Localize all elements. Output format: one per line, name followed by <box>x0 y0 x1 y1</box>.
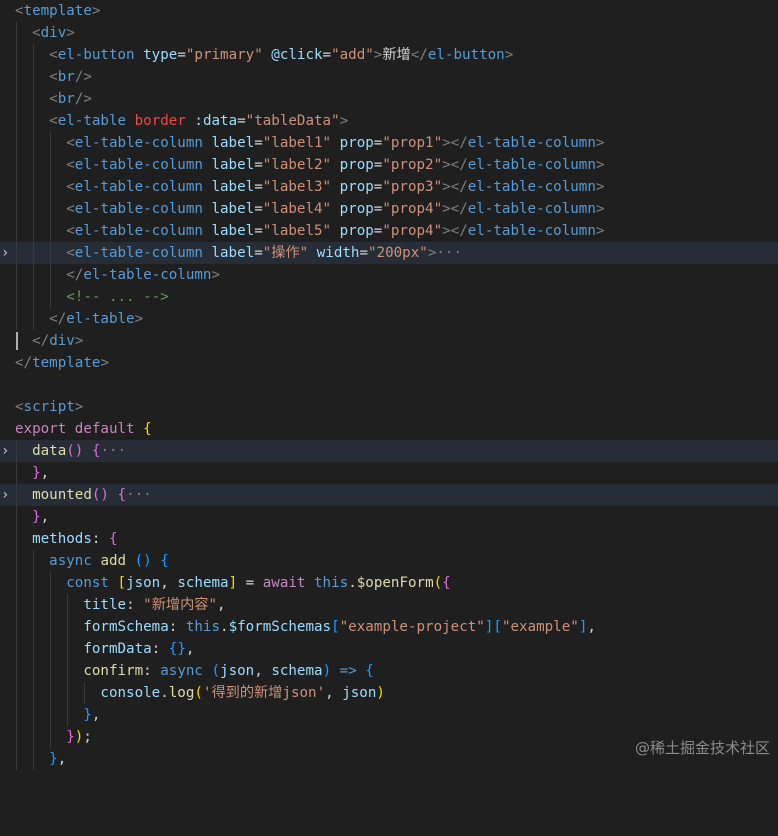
code-line[interactable]: </el-table-column> <box>0 264 778 286</box>
code-line-text: <div> <box>32 25 75 41</box>
code-line[interactable]: <br/> <box>0 88 778 110</box>
code-line[interactable]: <el-table-column label="label5" prop="pr… <box>0 220 778 242</box>
code-line[interactable]: <div> <box>0 22 778 44</box>
code-line[interactable]: <el-table-column label="label3" prop="pr… <box>0 176 778 198</box>
code-line[interactable]: <el-table-column label="label2" prop="pr… <box>0 154 778 176</box>
code-line-text: <br/> <box>49 91 92 107</box>
code-line-text: formSchema: this.$formSchemas["example-p… <box>83 619 596 635</box>
code-line-text: data() {··· <box>32 443 127 459</box>
code-line[interactable]: <el-button type="primary" @click="add">新… <box>0 44 778 66</box>
code-line[interactable]: <el-table-column label="label1" prop="pr… <box>0 132 778 154</box>
code-line-folded[interactable]: › <el-table-column label="操作" width="200… <box>0 242 778 264</box>
code-line-text: <el-table-column label="操作" width="200px… <box>66 245 462 261</box>
code-line-text: </el-table> <box>49 311 144 327</box>
code-line[interactable]: </template> <box>0 352 778 374</box>
code-line[interactable]: }, <box>0 462 778 484</box>
code-line-text: console.log('得到的新增json', json) <box>100 685 385 701</box>
code-line-text: mounted() {··· <box>32 487 152 503</box>
code-line-text: </div> <box>32 333 84 349</box>
code-line[interactable]: </el-table> <box>0 308 778 330</box>
code-line-text: }, <box>49 751 67 767</box>
code-line[interactable]: formData: {}, <box>0 638 778 660</box>
code-line-text: <el-table-column label="label1" prop="pr… <box>66 135 605 151</box>
code-line-text: <el-table-column label="label4" prop="pr… <box>66 201 605 217</box>
watermark: @稀土掘金技术社区 <box>634 739 770 757</box>
code-line[interactable]: const [json, schema] = await this.$openF… <box>0 572 778 594</box>
code-line[interactable]: methods: { <box>0 528 778 550</box>
chevron-right-icon[interactable]: › <box>1 242 9 264</box>
code-line[interactable]: title: "新增内容", <box>0 594 778 616</box>
code-line[interactable]: <el-table border :data="tableData"> <box>0 110 778 132</box>
code-line-text: <!-- ... --> <box>66 289 169 305</box>
code-line[interactable] <box>0 374 778 396</box>
code-line-text: <el-table-column label="label2" prop="pr… <box>66 157 605 173</box>
code-line[interactable]: </div> <box>0 330 778 352</box>
code-line-text: </template> <box>15 355 109 371</box>
code-line-text: async add () { <box>49 553 169 569</box>
code-line-text: methods: { <box>32 531 118 547</box>
code-line-text: <el-table-column label="label5" prop="pr… <box>66 223 605 239</box>
code-line[interactable]: async add () { <box>0 550 778 572</box>
code-line[interactable]: console.log('得到的新增json', json) <box>0 682 778 704</box>
code-line-text: formData: {}, <box>83 641 195 657</box>
code-line-text: <script> <box>15 399 84 415</box>
code-line[interactable]: }, <box>0 704 778 726</box>
code-line[interactable]: }, <box>0 506 778 528</box>
code-line[interactable]: formSchema: this.$formSchemas["example-p… <box>0 616 778 638</box>
code-line[interactable]: <!-- ... --> <box>0 286 778 308</box>
code-line-text: title: "新增内容", <box>83 597 226 613</box>
code-line-text: <el-table-column label="label3" prop="pr… <box>66 179 605 195</box>
code-line-folded[interactable]: › data() {··· <box>0 440 778 462</box>
code-editor[interactable]: <template> <div> <el-button type="primar… <box>0 0 778 770</box>
code-line-text: }); <box>66 729 92 745</box>
code-line-text: const [json, schema] = await this.$openF… <box>66 575 451 591</box>
code-line-text: confirm: async (json, schema) => { <box>83 663 374 679</box>
chevron-right-icon[interactable]: › <box>1 484 9 506</box>
code-line-text: <br/> <box>49 69 92 85</box>
code-line-text: }, <box>83 707 101 723</box>
code-line-text: }, <box>32 509 50 525</box>
code-line-text: <template> <box>15 3 101 19</box>
code-line-text: <el-button type="primary" @click="add">新… <box>49 47 514 63</box>
code-line[interactable]: <script> <box>0 396 778 418</box>
code-line[interactable]: export default { <box>0 418 778 440</box>
chevron-right-icon[interactable]: › <box>1 440 9 462</box>
code-line[interactable]: <el-table-column label="label4" prop="pr… <box>0 198 778 220</box>
code-line-text: <el-table border :data="tableData"> <box>49 113 349 129</box>
code-line-text: }, <box>32 465 50 481</box>
code-line[interactable]: <template> <box>0 0 778 22</box>
code-line[interactable]: confirm: async (json, schema) => { <box>0 660 778 682</box>
code-line-text: export default { <box>15 421 152 437</box>
code-line-folded[interactable]: › mounted() {··· <box>0 484 778 506</box>
code-line[interactable]: <br/> <box>0 66 778 88</box>
code-line-text: </el-table-column> <box>66 267 221 283</box>
